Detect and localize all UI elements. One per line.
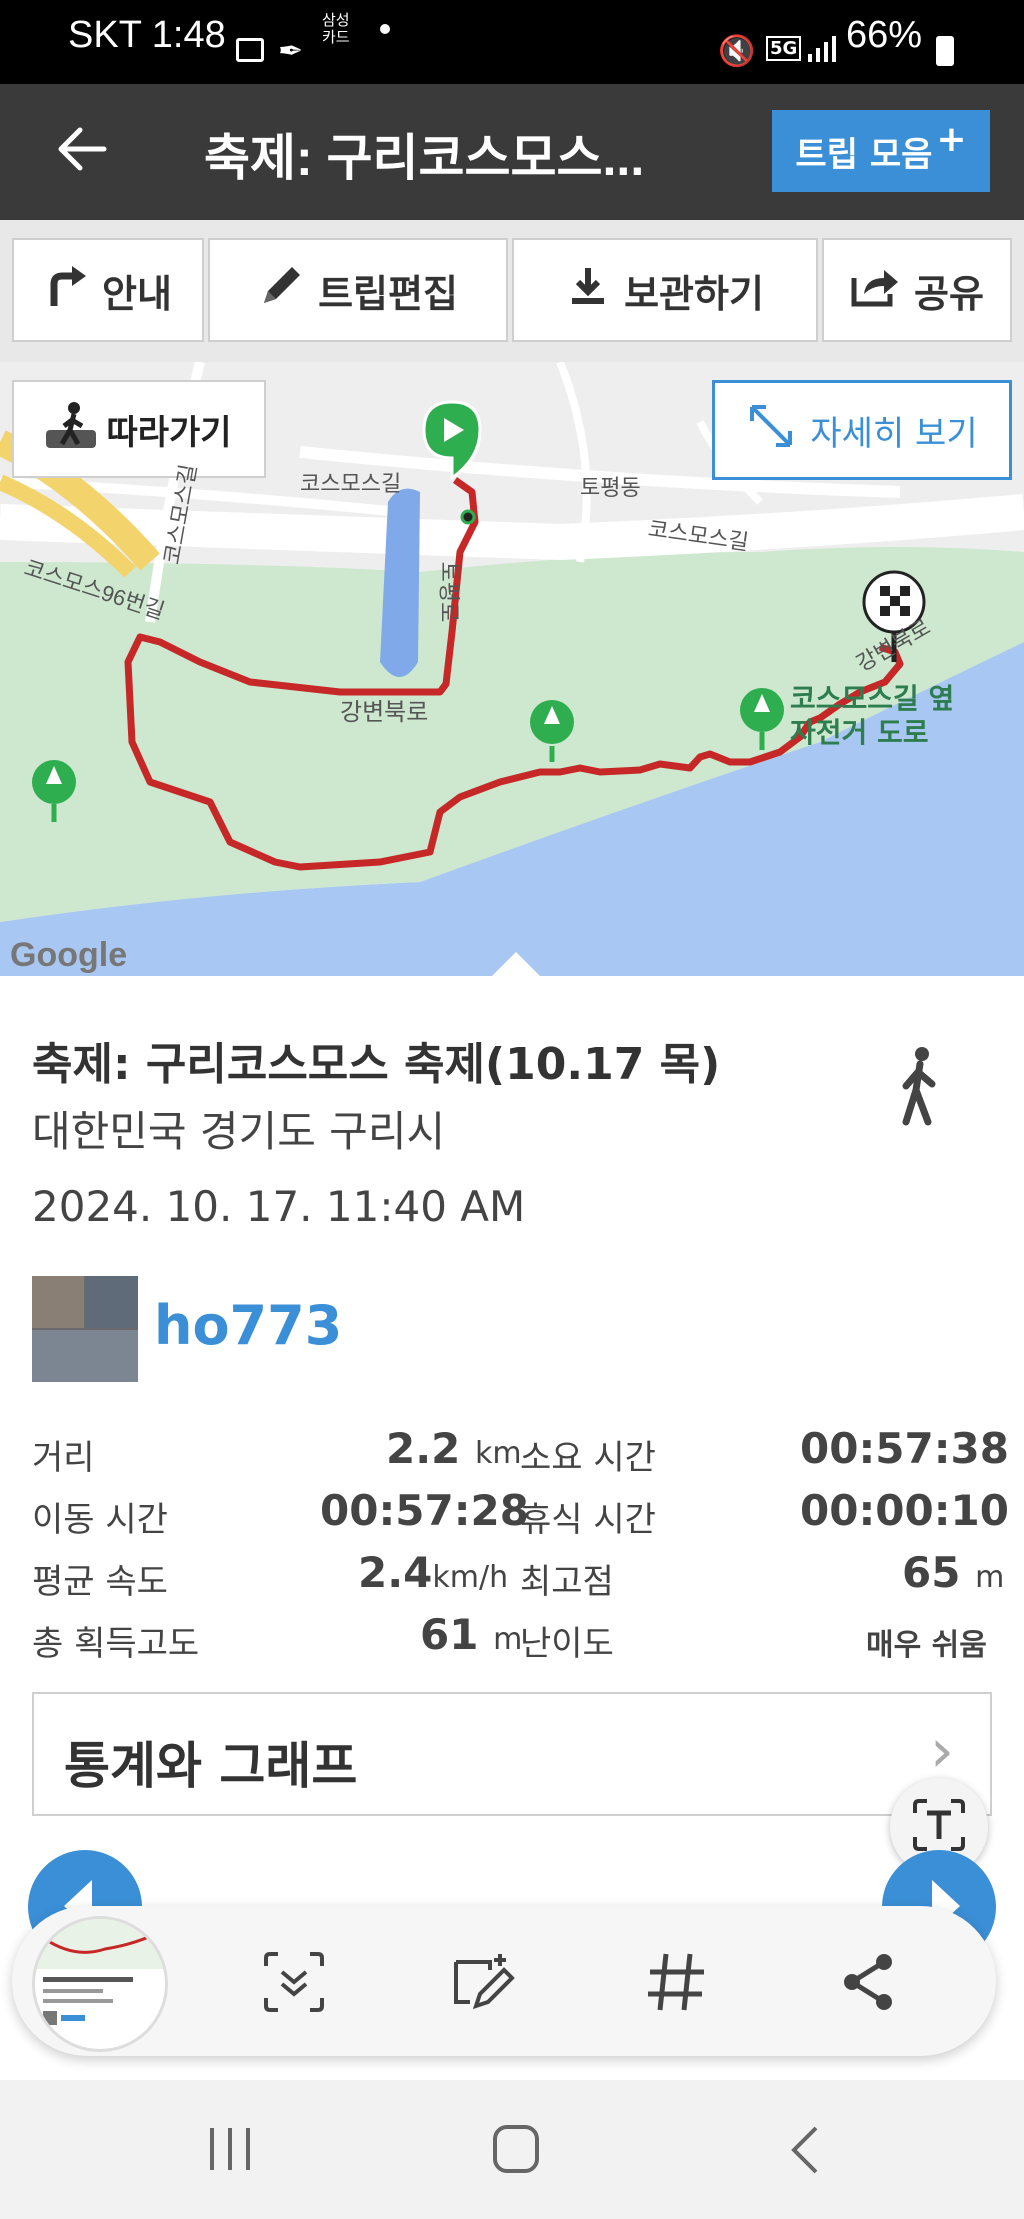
back-arrow-icon[interactable]: [54, 122, 108, 180]
map-label: 강변북로: [340, 699, 429, 726]
mute-icon: 🔇: [718, 34, 756, 69]
detail-view-button[interactable]: 자세히 보기: [712, 380, 1012, 480]
share-icon[interactable]: [840, 1952, 896, 2016]
signal-icon: [806, 34, 836, 68]
map-label: 토평로: [436, 561, 462, 623]
trip-location: 대한민국 경기도 구리시: [32, 1107, 446, 1156]
duration-label: 소요 시간: [520, 1438, 656, 1478]
elevation-gain-label: 총 획득고도: [32, 1624, 200, 1664]
notification-dot-icon: [380, 24, 390, 34]
trip-edit-label: 트립편집: [318, 271, 458, 316]
share-label: 공유: [914, 271, 984, 316]
save-button[interactable]: 보관하기: [512, 238, 818, 342]
save-label: 보관하기: [624, 271, 764, 316]
system-navigation-bar: [0, 2080, 1024, 2219]
trip-collection-button[interactable]: 트립 모음 +: [772, 110, 990, 192]
page-title: 축제: 구리코스모스...: [204, 130, 645, 186]
trip-edit-button[interactable]: 트립편집: [208, 238, 508, 342]
chevron-right-icon: ›: [930, 1716, 954, 1786]
detail-view-label: 자세히 보기: [810, 413, 978, 454]
max-altitude-label: 최고점: [520, 1562, 614, 1602]
scroll-capture-icon[interactable]: [262, 1952, 326, 2016]
walking-icon: [898, 1046, 942, 1130]
expand-icon: [746, 401, 796, 460]
distance-label: 거리: [32, 1438, 95, 1478]
moving-time-label: 이동 시간: [32, 1500, 168, 1540]
thumbnail-preview-icon: [35, 1919, 165, 2025]
pen-icon: ✒: [278, 34, 304, 69]
share-button[interactable]: 공유: [822, 238, 1012, 342]
hashtag-icon[interactable]: [646, 1950, 706, 2018]
elevation-gain-value: 61 m: [420, 1610, 523, 1659]
user-name-link[interactable]: ho773: [154, 1294, 342, 1357]
difficulty-label: 난이도: [520, 1624, 614, 1664]
map-pointer: [492, 952, 540, 976]
map-label: 코스모스길: [300, 471, 402, 496]
battery-icon: [936, 36, 954, 66]
screenshot-toolbar: [12, 1906, 996, 2056]
stats-graph-button[interactable]: 통계와 그래프 ›: [32, 1692, 992, 1816]
samsung-card-icon: 삼성 카드: [322, 11, 350, 46]
recent-apps-icon[interactable]: [206, 2126, 256, 2176]
avatar[interactable]: [32, 1276, 138, 1382]
pencil-icon: [258, 263, 304, 318]
guide-button[interactable]: 안내: [12, 238, 204, 342]
app-header: 축제: 구리코스모스... 트립 모음 +: [0, 84, 1024, 220]
5g-icon: 5G: [766, 36, 802, 61]
avg-speed-label: 평균 속도: [32, 1562, 168, 1602]
rest-time-label: 휴식 시간: [520, 1500, 656, 1540]
trip-collection-label: 트립 모음: [795, 134, 933, 175]
stats-graph-label: 통계와 그래프: [64, 1737, 358, 1795]
trip-datetime: 2024. 10. 17. 11:40 AM: [32, 1182, 526, 1231]
bike-path-label: 코스모스길 옆 자전거 도로: [790, 682, 955, 749]
download-icon: [566, 264, 610, 317]
avg-speed-value: 2.4km/h: [358, 1548, 509, 1597]
screenshot-thumbnail[interactable]: [32, 1916, 168, 2052]
turn-right-icon: [44, 264, 88, 317]
draw-edit-icon[interactable]: [450, 1950, 520, 2018]
moving-time-value: 00:57:28: [320, 1486, 529, 1535]
status-bar: SKT 1:48 ✒ 삼성 카드 🔇 5G 66%: [0, 0, 1024, 84]
gallery-icon: [236, 38, 264, 62]
distance-value: 2.2 km: [386, 1424, 522, 1473]
max-altitude-value: 65 m: [902, 1548, 1005, 1597]
share-arrow-icon: [850, 264, 900, 317]
text-scan-icon: [911, 1797, 967, 1857]
follow-label: 따라가기: [106, 412, 232, 453]
google-logo: Google: [10, 936, 128, 974]
battery-percent: 66%: [846, 14, 923, 56]
status-time: SKT 1:48: [68, 14, 226, 56]
back-icon[interactable]: [786, 2124, 826, 2180]
plus-icon: +: [936, 118, 967, 160]
action-toolbar: 안내 트립편집 보관하기 공유: [0, 220, 1024, 362]
route-map[interactable]: 따라가기 자세히 보기 코스모스길 코스모스길 코스모스길 코스모스96번길 토…: [0, 362, 1024, 976]
map-label: 토평동: [580, 475, 641, 500]
guide-label: 안내: [102, 271, 172, 316]
home-icon[interactable]: [492, 2124, 540, 2178]
follow-button[interactable]: 따라가기: [12, 380, 266, 478]
hiker-icon: [46, 400, 97, 459]
duration-value: 00:57:38: [800, 1424, 1009, 1473]
difficulty-value: 매우 쉬움: [866, 1628, 987, 1663]
rest-time-value: 00:00:10: [800, 1486, 1009, 1535]
trip-title: 축제: 구리코스모스 축제(10.17 목): [32, 1039, 721, 1090]
